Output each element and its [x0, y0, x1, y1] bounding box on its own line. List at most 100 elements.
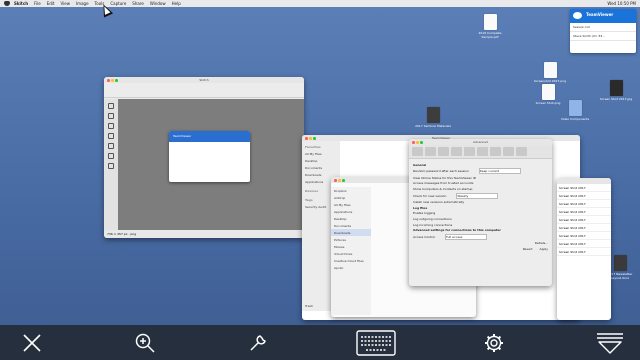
dialog-item[interactable]: Movies	[331, 243, 371, 250]
revert-button[interactable]: Revert	[523, 247, 533, 251]
random-password-select[interactable]: Keep current	[478, 168, 521, 175]
menu-help[interactable]: Help	[172, 0, 181, 7]
file-row[interactable]: Screen Shot 2017	[557, 208, 611, 216]
dialog-item[interactable]: Pictures	[331, 236, 371, 243]
zoom-window-icon[interactable]	[115, 79, 118, 82]
tab-remote-control[interactable]	[438, 147, 449, 156]
text-tool-icon[interactable]	[108, 113, 114, 119]
close-window-icon[interactable]	[305, 137, 308, 140]
close-window-icon[interactable]	[334, 179, 337, 182]
check-version-select[interactable]: Weekly	[456, 192, 499, 199]
tab-security[interactable]	[425, 147, 436, 156]
minimize-window-icon[interactable]	[416, 141, 419, 144]
close-window-icon[interactable]	[107, 79, 110, 82]
zoom-window-icon[interactable]	[313, 137, 316, 140]
access-control-select[interactable]: Full Access	[445, 233, 488, 240]
checkbox-setting[interactable]: Show Computers & Contacts on startup	[413, 187, 548, 191]
file-row[interactable]: Screen Shot 2017	[557, 248, 611, 256]
dialog-item[interactable]: Applications	[331, 208, 371, 215]
shape-tool-icon[interactable]	[108, 123, 114, 129]
window-controls	[305, 137, 316, 140]
crop-tool-icon[interactable]	[108, 163, 114, 169]
skitch-toolbar	[104, 83, 304, 98]
desktop-icon[interactable]: Screenshot 2017.png	[530, 62, 570, 83]
menu-capture[interactable]: Capture	[110, 0, 126, 7]
close-window-icon[interactable]	[412, 141, 415, 144]
apple-icon[interactable]	[4, 1, 10, 6]
menu-share[interactable]: Share	[132, 0, 144, 7]
window-titlebar[interactable]	[557, 178, 611, 184]
checkbox-setting[interactable]: View Online Status for this TeamViewer I…	[413, 176, 548, 180]
tab-meeting[interactable]	[451, 147, 462, 156]
dialog-item[interactable]: Desktop	[331, 215, 371, 222]
tab-general[interactable]	[412, 147, 423, 156]
sidebar-item[interactable]: Desktop	[302, 157, 340, 164]
setting-label: Random password after each session	[413, 169, 469, 174]
file-row[interactable]: Screen Shot 2017	[557, 232, 611, 240]
tab-audio[interactable]	[477, 147, 488, 156]
pixelate-tool-icon[interactable]	[108, 153, 114, 159]
file-row[interactable]: Screen Shot 2017	[557, 216, 611, 224]
menu-view[interactable]: View	[61, 0, 71, 7]
sidebar-trash[interactable]: Trash	[302, 302, 316, 309]
menu-clock[interactable]: Wed 10:50 PM	[607, 0, 636, 7]
sidebar-item[interactable]: All My Files	[302, 150, 340, 157]
sidebar-item[interactable]: Documents	[302, 164, 340, 171]
checkbox-setting[interactable]: Access messages from trusted accounts	[413, 181, 548, 185]
setting-row: Access Control Full Access	[413, 233, 548, 240]
file-row[interactable]: Screen Shot 2017	[557, 200, 611, 208]
minimize-window-icon[interactable]	[338, 179, 341, 182]
checkbox-setting[interactable]: Log incoming connections	[413, 223, 548, 227]
window-titlebar[interactable]: Advanced	[409, 139, 552, 145]
file-row[interactable]: Screen Shot 2017	[557, 192, 611, 200]
section-heading: Log files	[413, 205, 428, 210]
tab-invitation[interactable]	[503, 147, 514, 156]
file-row[interactable]: Screen Shot 2017	[557, 184, 611, 192]
preferences-body: General Random password after each sessi…	[409, 159, 552, 255]
document-icon	[613, 255, 627, 271]
tools-button[interactable]	[228, 325, 288, 360]
dialog-item[interactable]: Dropbox	[331, 187, 371, 194]
settings-button[interactable]	[464, 325, 524, 360]
menu-edit[interactable]: Edit	[47, 0, 55, 7]
pen-tool-icon[interactable]	[108, 133, 114, 139]
dialog-item[interactable]: iCloud Drive	[331, 250, 371, 257]
collapse-button[interactable]	[580, 325, 640, 360]
dialog-item[interactable]: All My Files	[331, 201, 371, 208]
checkbox-setting[interactable]: Enable logging	[413, 211, 548, 215]
zoom-button[interactable]	[115, 325, 175, 360]
zoom-window-icon[interactable]	[420, 141, 423, 144]
tab-advanced[interactable]	[516, 147, 527, 156]
dialog-item[interactable]: Downloads	[331, 229, 371, 236]
teamviewer-notification[interactable]: TeamViewer Session list Steve Smith (ID:…	[570, 9, 636, 53]
zoom-window-icon[interactable]	[342, 179, 345, 182]
tab-video[interactable]	[490, 147, 501, 156]
menu-window[interactable]: Window	[150, 0, 166, 7]
menu-image[interactable]: Image	[76, 0, 89, 7]
apply-button[interactable]: Apply	[540, 247, 548, 251]
dialog-item[interactable]: Documents	[331, 222, 371, 229]
minimize-window-icon[interactable]	[309, 137, 312, 140]
dialog-item[interactable]: AirDrop	[331, 194, 371, 201]
minimize-window-icon[interactable]	[111, 79, 114, 82]
file-row[interactable]: Screen Shot 2017	[557, 224, 611, 232]
desktop-icon[interactable]: Video Components	[555, 100, 595, 121]
keyboard-button[interactable]	[346, 325, 406, 360]
arrow-tool-icon[interactable]	[108, 103, 114, 109]
file-row[interactable]: Screen Shot 2017	[557, 240, 611, 248]
checkbox-setting[interactable]: Log outgoing connections	[413, 217, 548, 221]
keyboard-icon	[356, 329, 396, 356]
dialog-item[interactable]: Creative Cloud Files	[331, 257, 371, 264]
menu-app-name[interactable]: Skitch	[14, 0, 28, 7]
notification-row[interactable]: Steve Smith (ID: 83...	[570, 32, 636, 41]
highlighter-tool-icon[interactable]	[108, 143, 114, 149]
details-button[interactable]: Details...	[413, 241, 548, 245]
dialog-item[interactable]: Apollo	[331, 264, 371, 271]
menu-file[interactable]: File	[34, 0, 41, 7]
tab-computers-contacts[interactable]	[464, 147, 475, 156]
desktop-icon[interactable]: Screen Shot 2017.jpg	[596, 80, 636, 101]
notification-row[interactable]: Session list	[570, 23, 636, 32]
desktop-icon[interactable]: 2017 Seminar Materials	[413, 107, 453, 128]
desktop-icon[interactable]: 2016 Complete Sample.pdf	[470, 14, 510, 39]
close-button[interactable]	[2, 325, 62, 360]
